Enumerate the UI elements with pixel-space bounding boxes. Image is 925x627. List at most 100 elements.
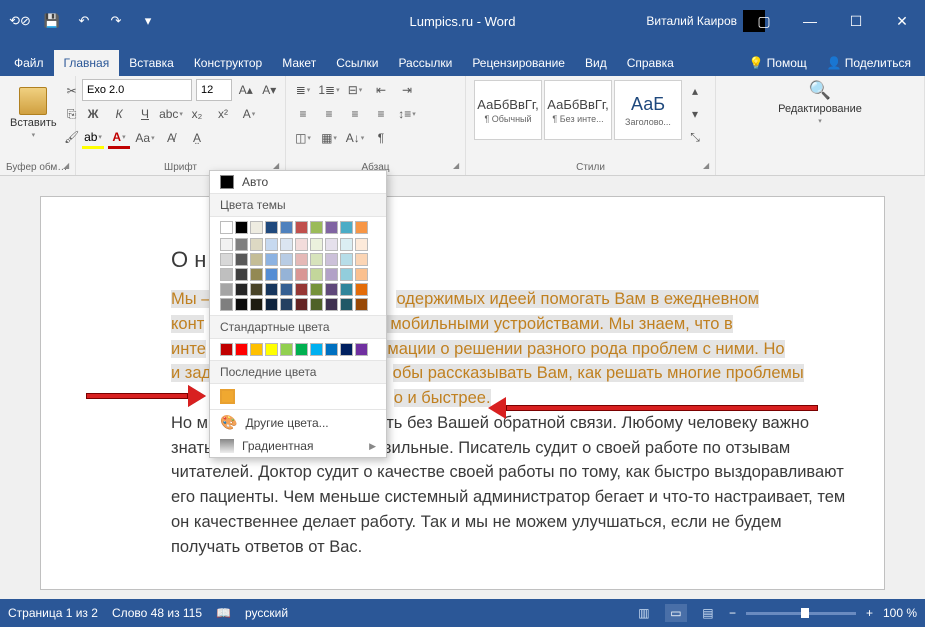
- color-swatch[interactable]: [250, 343, 263, 356]
- decrease-indent-icon[interactable]: ⇤: [370, 79, 392, 101]
- clear-formatting-icon[interactable]: A̸: [160, 127, 182, 149]
- maximize-icon[interactable]: ☐: [833, 0, 879, 42]
- color-swatch[interactable]: [295, 253, 308, 266]
- color-swatch[interactable]: [250, 221, 263, 234]
- color-swatch[interactable]: [340, 253, 353, 266]
- color-swatch[interactable]: [340, 283, 353, 296]
- color-swatch[interactable]: [280, 298, 293, 311]
- color-swatch[interactable]: [295, 221, 308, 234]
- language-indicator[interactable]: русский: [245, 606, 288, 620]
- minimize-icon[interactable]: —: [787, 0, 833, 42]
- color-swatch[interactable]: [340, 343, 353, 356]
- underline-button[interactable]: Ч: [134, 103, 156, 125]
- color-swatch[interactable]: [280, 253, 293, 266]
- color-swatch[interactable]: [250, 238, 263, 251]
- tab-view[interactable]: Вид: [575, 50, 617, 76]
- color-swatch[interactable]: [250, 298, 263, 311]
- italic-button[interactable]: К: [108, 103, 130, 125]
- color-swatch[interactable]: [295, 283, 308, 296]
- gradient-fill[interactable]: Градиентная ▶: [210, 435, 386, 457]
- shading-icon[interactable]: ◫: [292, 127, 314, 149]
- grow-font-icon[interactable]: A▴: [236, 79, 256, 101]
- font-color-button[interactable]: А: [108, 127, 130, 149]
- color-swatch[interactable]: [235, 298, 248, 311]
- color-swatch[interactable]: [220, 238, 233, 251]
- color-swatch[interactable]: [280, 238, 293, 251]
- color-swatch[interactable]: [220, 268, 233, 281]
- color-swatch[interactable]: [310, 343, 323, 356]
- color-swatch[interactable]: [310, 238, 323, 251]
- autosave-icon[interactable]: ⟲⊘: [6, 7, 34, 35]
- tab-layout[interactable]: Макет: [272, 50, 326, 76]
- numbering-icon[interactable]: 1≣: [318, 79, 340, 101]
- bullets-icon[interactable]: ≣: [292, 79, 314, 101]
- line-spacing-icon[interactable]: ↕≡: [396, 103, 418, 125]
- recent-color-swatch[interactable]: [220, 389, 235, 404]
- font-name-select[interactable]: [82, 79, 192, 101]
- color-swatch[interactable]: [295, 343, 308, 356]
- text-effects-icon[interactable]: A: [238, 103, 260, 125]
- dialog-launcher-icon[interactable]: ◢: [703, 161, 713, 171]
- color-swatch[interactable]: [265, 221, 278, 234]
- color-swatch[interactable]: [220, 298, 233, 311]
- tell-me-button[interactable]: 💡 Помощ: [739, 50, 817, 76]
- superscript-button[interactable]: x²: [212, 103, 234, 125]
- color-swatch[interactable]: [325, 343, 338, 356]
- color-swatch[interactable]: [310, 253, 323, 266]
- tab-file[interactable]: Файл: [4, 50, 54, 76]
- color-swatch[interactable]: [265, 238, 278, 251]
- font-size-select[interactable]: [196, 79, 232, 101]
- color-swatch[interactable]: [355, 343, 368, 356]
- color-swatch[interactable]: [250, 283, 263, 296]
- ribbon-options-icon[interactable]: ▢: [741, 0, 787, 42]
- color-swatch[interactable]: [310, 298, 323, 311]
- tab-design[interactable]: Конструктор: [184, 50, 272, 76]
- color-swatch[interactable]: [235, 221, 248, 234]
- align-right-icon[interactable]: ≡: [344, 103, 366, 125]
- color-swatch[interactable]: [235, 253, 248, 266]
- color-swatch[interactable]: [250, 253, 263, 266]
- color-swatch[interactable]: [325, 238, 338, 251]
- shrink-font-icon[interactable]: A▾: [260, 79, 280, 101]
- color-swatch[interactable]: [280, 283, 293, 296]
- strikethrough-button[interactable]: abc: [160, 103, 182, 125]
- color-swatch[interactable]: [295, 298, 308, 311]
- tab-help[interactable]: Справка: [617, 50, 684, 76]
- color-swatch[interactable]: [265, 343, 278, 356]
- color-swatch[interactable]: [355, 221, 368, 234]
- tab-mailings[interactable]: Рассылки: [388, 50, 462, 76]
- color-swatch[interactable]: [235, 343, 248, 356]
- tab-references[interactable]: Ссылки: [326, 50, 388, 76]
- styles-expand-icon[interactable]: ⤡: [684, 126, 706, 148]
- tab-review[interactable]: Рецензирование: [462, 50, 575, 76]
- color-swatch[interactable]: [340, 221, 353, 234]
- color-swatch[interactable]: [265, 283, 278, 296]
- tab-home[interactable]: Главная: [54, 50, 120, 76]
- color-swatch[interactable]: [355, 268, 368, 281]
- color-swatch[interactable]: [310, 283, 323, 296]
- color-swatch[interactable]: [265, 253, 278, 266]
- phonetic-guide-icon[interactable]: A̤: [186, 127, 208, 149]
- read-mode-icon[interactable]: ▥: [633, 604, 655, 622]
- undo-icon[interactable]: ↶: [70, 7, 98, 35]
- color-swatch[interactable]: [235, 283, 248, 296]
- color-swatch[interactable]: [310, 221, 323, 234]
- tab-insert[interactable]: Вставка: [119, 50, 184, 76]
- highlight-color-icon[interactable]: ab: [82, 127, 104, 149]
- dialog-launcher-icon[interactable]: ◢: [453, 161, 463, 171]
- dialog-launcher-icon[interactable]: ◢: [63, 161, 73, 171]
- subscript-button[interactable]: x₂: [186, 103, 208, 125]
- more-colors[interactable]: 🎨 Другие цвета...: [210, 410, 386, 435]
- justify-icon[interactable]: ≡: [370, 103, 392, 125]
- qat-customize-icon[interactable]: ▾: [134, 7, 162, 35]
- increase-indent-icon[interactable]: ⇥: [396, 79, 418, 101]
- color-swatch[interactable]: [220, 343, 233, 356]
- color-swatch[interactable]: [220, 253, 233, 266]
- color-swatch[interactable]: [235, 238, 248, 251]
- close-icon[interactable]: ✕: [879, 0, 925, 42]
- word-count[interactable]: Слово 48 из 115: [112, 606, 202, 620]
- color-swatch[interactable]: [325, 221, 338, 234]
- redo-icon[interactable]: ↷: [102, 7, 130, 35]
- align-center-icon[interactable]: ≡: [318, 103, 340, 125]
- color-swatch[interactable]: [280, 343, 293, 356]
